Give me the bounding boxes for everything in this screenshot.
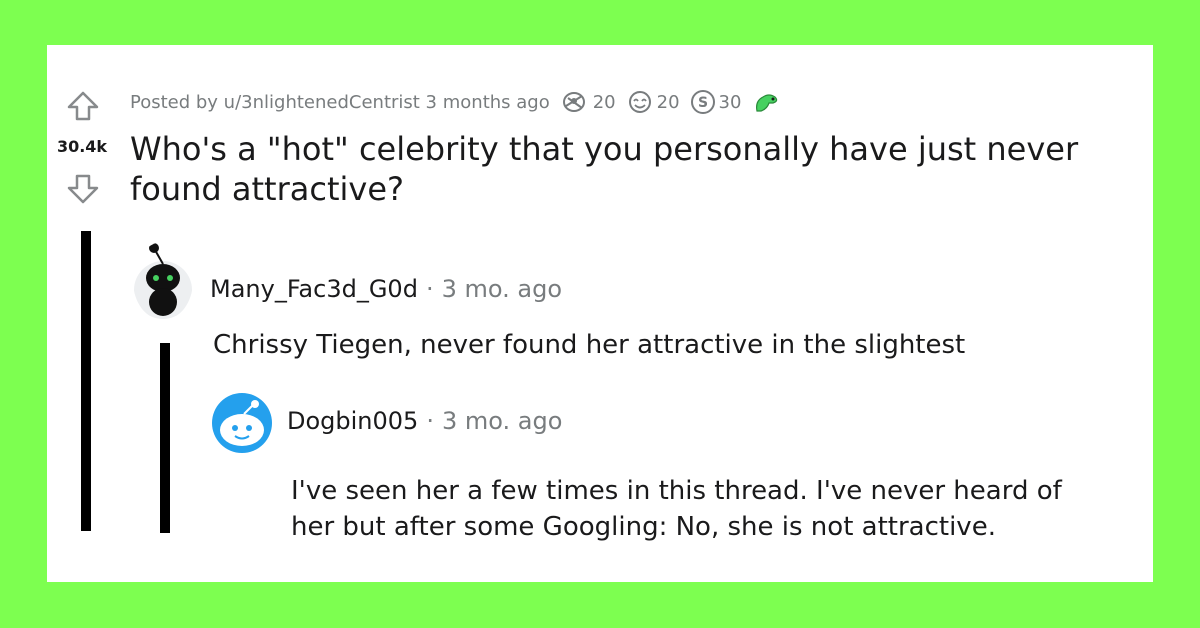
comment-author[interactable]: Dogbin005 xyxy=(287,407,418,435)
wholesome-award-icon xyxy=(628,91,651,113)
thread-line[interactable] xyxy=(81,231,91,531)
award-wholesome[interactable]: 20 xyxy=(626,90,680,114)
comment-body: I've seen her a few times in this thread… xyxy=(291,476,1062,542)
separator-dot: · xyxy=(425,275,434,303)
comment-author[interactable]: Many_Fac3d_G0d xyxy=(210,275,418,303)
post-card: 30.4k Posted by u/3nlightenedCentrist 3 … xyxy=(47,45,1153,582)
comment-header: Many_Fac3d_G0d · 3 mo. ago xyxy=(210,275,562,303)
helpful-award-icon xyxy=(562,92,585,112)
award-silver[interactable]: S 30 xyxy=(690,89,741,115)
user-avatar[interactable] xyxy=(133,242,193,320)
award-dino[interactable] xyxy=(751,89,781,115)
comment-body: Chrissy Tiegen, never found her attracti… xyxy=(213,330,966,360)
post-score: 30.4k xyxy=(56,137,108,156)
posted-by-text[interactable]: Posted by u/3nlightenedCentrist 3 months… xyxy=(130,92,550,113)
comment-timestamp[interactable]: 3 mo. ago xyxy=(442,407,562,435)
comment-timestamp[interactable]: 3 mo. ago xyxy=(442,275,562,303)
downvote-arrow-icon[interactable] xyxy=(65,171,101,207)
upvote-arrow-icon[interactable] xyxy=(65,88,101,124)
post-title[interactable]: Who's a "hot" celebrity that you persona… xyxy=(130,129,1150,209)
separator-dot: · xyxy=(426,407,434,435)
user-avatar[interactable] xyxy=(211,392,273,454)
silver-award-icon: S xyxy=(690,90,715,114)
post-meta: Posted by u/3nlightenedCentrist 3 months… xyxy=(130,88,781,116)
svg-text:S: S xyxy=(698,95,708,111)
dino-award-icon xyxy=(756,94,778,112)
thread-line-nested[interactable] xyxy=(160,343,170,533)
comment-header: Dogbin005 · 3 mo. ago xyxy=(287,407,562,435)
award-helpful[interactable]: 20 xyxy=(560,90,616,114)
